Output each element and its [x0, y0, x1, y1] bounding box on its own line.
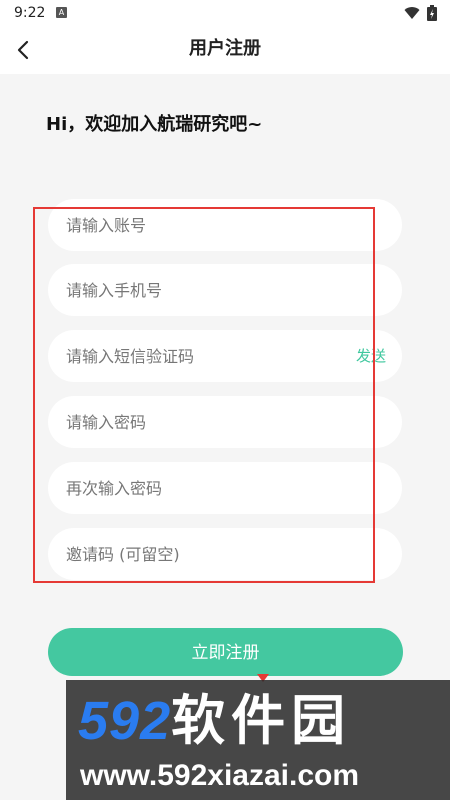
status-time: 9:22	[14, 5, 46, 21]
wifi-icon	[404, 7, 420, 19]
watermark-banner: 592软件园 www.592xiazai.com	[66, 680, 450, 800]
battery-icon	[427, 5, 437, 21]
page-title: 用户注册	[189, 38, 261, 59]
watermark-brand: 592软件园	[78, 694, 351, 748]
top-app-bar: 用户注册	[0, 26, 450, 74]
status-bar: 9:22 A	[0, 0, 450, 26]
watermark-brand-number: 592	[78, 691, 172, 751]
register-button[interactable]: 立即注册	[48, 628, 403, 676]
annotation-highlight-box	[33, 207, 375, 583]
watermark-brand-text: 软件园	[171, 691, 352, 751]
welcome-greeting: Hi，欢迎加入航瑞研究吧~	[46, 114, 263, 135]
notification-a-icon: A	[56, 7, 67, 18]
watermark-site: www.592xiazai.com	[80, 759, 360, 792]
